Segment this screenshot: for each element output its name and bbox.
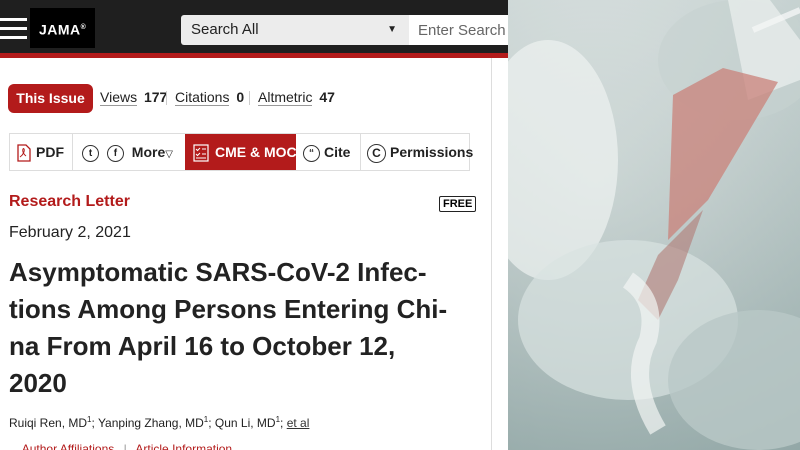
publication-date: February 2, 2021 — [9, 224, 131, 241]
title-line: 2020 — [9, 368, 67, 398]
views-label: Views — [100, 89, 138, 106]
permissions-label: Permissions — [390, 144, 474, 160]
author-name[interactable]: Qun Li, MD — [215, 416, 276, 430]
search-scope-select[interactable]: Search All ▼ — [181, 15, 409, 45]
altmetric-value: 47 — [319, 89, 335, 105]
metric-divider — [249, 91, 250, 105]
author-name[interactable]: Ruiqi Ren, MD — [9, 416, 87, 430]
author-affiliations-link[interactable]: ⌄ Author Affiliations — [9, 442, 114, 450]
checklist-icon — [193, 144, 209, 162]
free-badge: FREE — [439, 196, 477, 212]
affiliation-marker: 1 — [87, 415, 92, 424]
pdf-icon — [17, 144, 31, 162]
article-panel: JAMA® Search All ▼ This Issue Views 177 … — [0, 0, 508, 450]
menu-icon[interactable] — [0, 18, 27, 40]
search-input[interactable] — [409, 15, 508, 45]
logo-text: JAMA — [39, 21, 81, 38]
twitter-icon[interactable]: t — [82, 144, 99, 162]
citations-metric[interactable]: Citations 0 — [175, 89, 245, 106]
affiliation-marker: 1 — [275, 415, 281, 424]
pipette-image — [508, 0, 800, 450]
jama-logo[interactable]: JAMA® — [30, 8, 95, 48]
et-al-link[interactable]: et al — [287, 416, 310, 430]
more-label: More — [131, 144, 166, 160]
citations-value: 0 — [236, 89, 245, 105]
site-header: JAMA® Search All ▼ — [0, 0, 508, 53]
views-metric[interactable]: Views 177 — [100, 89, 168, 106]
cme-moc-button[interactable]: CME & MOC — [185, 134, 297, 170]
cite-label: Cite — [324, 144, 351, 160]
this-issue-button[interactable]: This Issue — [8, 84, 93, 113]
title-line: Asymptomatic SARS-CoV-2 Infec- — [9, 257, 427, 287]
quote-icon: “ — [303, 144, 320, 162]
facebook-icon[interactable]: f — [106, 144, 124, 162]
copyright-icon: C — [367, 143, 386, 163]
title-line: tions Among Persons Entering Chi- — [9, 294, 448, 324]
author-name[interactable]: Yanping Zhang, MD — [98, 416, 204, 430]
toolbar-divider — [360, 134, 361, 170]
gutter-divider — [491, 58, 492, 450]
caret-down-icon: ▼ — [387, 24, 397, 35]
pdf-label: PDF — [36, 144, 64, 160]
lab-photo — [508, 0, 800, 450]
article-title: Asymptomatic SARS-CoV-2 Infec- tions Amo… — [9, 254, 479, 402]
cite-button[interactable]: “Cite — [303, 134, 350, 170]
author-list: Ruiqi Ren, MD1; Yanping Zhang, MD1; Qun … — [9, 415, 310, 430]
article-information-link[interactable]: Article Information — [135, 442, 232, 450]
altmetric-metric[interactable]: Altmetric 47 — [258, 89, 335, 106]
pdf-button[interactable]: PDF — [16, 134, 64, 170]
author-affiliations-label: Author Affiliations — [21, 442, 115, 450]
metric-divider — [166, 91, 167, 105]
header-accent-bar — [0, 53, 508, 58]
altmetric-label: Altmetric — [258, 89, 313, 106]
caret-down-icon: ▽ — [165, 149, 173, 160]
permissions-button[interactable]: C Permissions — [367, 134, 473, 170]
article-info-links: ⌄ Author Affiliations | Article Informat… — [9, 442, 232, 450]
title-line: na From April 16 to October 12, — [9, 331, 396, 361]
more-button[interactable]: More▽ — [132, 144, 173, 160]
affiliation-marker: 1 — [203, 415, 209, 424]
share-group: t f More▽ — [82, 134, 173, 170]
toolbar-divider — [72, 134, 73, 170]
citations-label: Citations — [175, 89, 230, 106]
cme-label: CME & MOC — [215, 144, 297, 160]
search-scope-label: Search All — [191, 21, 259, 38]
article-toolbar: PDF t f More▽ CME & MOC “Cite C Permissio… — [9, 133, 473, 171]
article-type: Research Letter — [9, 193, 130, 210]
views-value: 177 — [143, 89, 168, 105]
